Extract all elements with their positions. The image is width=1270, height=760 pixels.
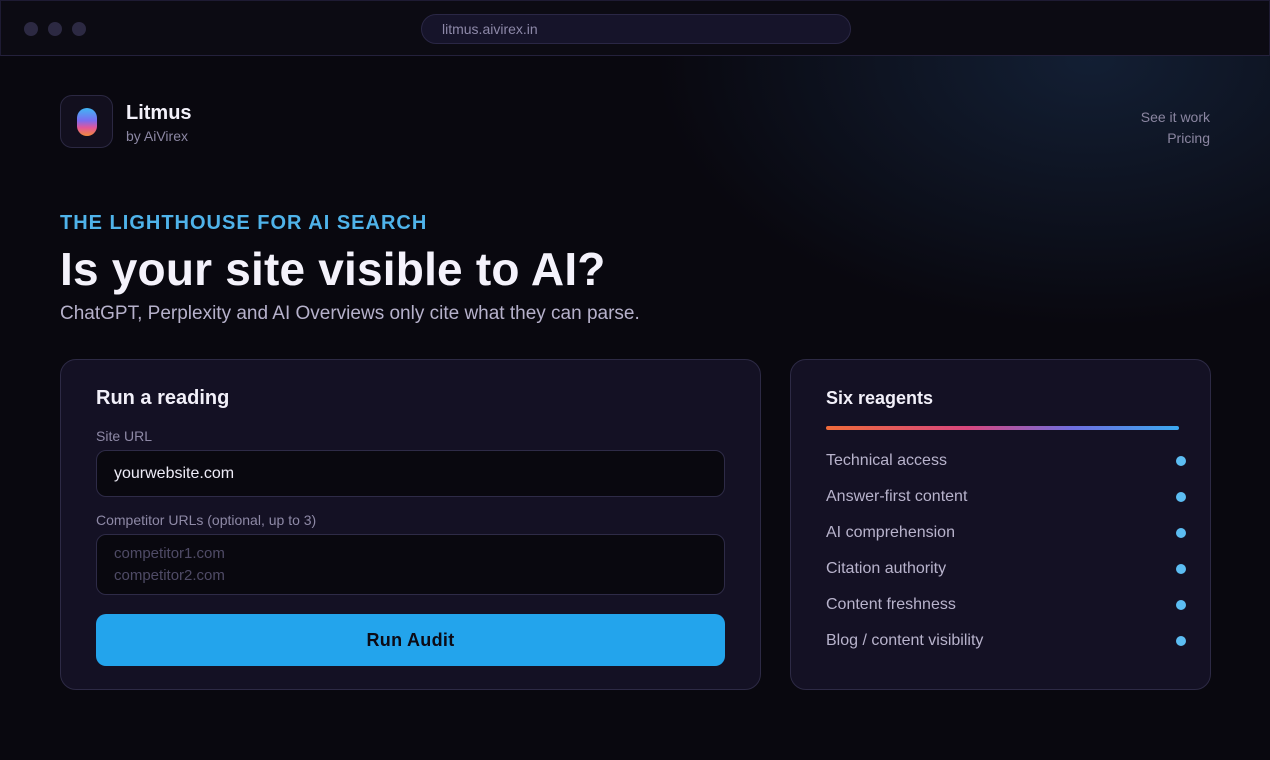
window-maximize-dot[interactable] [72, 22, 86, 36]
reagent-list: Technical access Answer-first content AI… [826, 450, 1186, 666]
window-close-dot[interactable] [24, 22, 38, 36]
litmus-pill-icon [77, 108, 97, 136]
hero-subhead: ChatGPT, Perplexity and AI Overviews onl… [60, 303, 640, 324]
brand-logo[interactable] [60, 95, 113, 148]
list-item: Blog / content visibility [826, 630, 1186, 666]
status-dot-icon [1176, 636, 1186, 646]
run-audit-button[interactable]: Run Audit [96, 614, 725, 666]
hero-headline: Is your site visible to AI? [60, 243, 606, 295]
list-item: Content freshness [826, 594, 1186, 630]
competitor-urls-label: Competitor URLs (optional, up to 3) [96, 512, 317, 528]
status-dot-icon [1176, 456, 1186, 466]
status-dot-icon [1176, 564, 1186, 574]
reagent-label: Blog / content visibility [826, 632, 984, 649]
competitor-urls-input[interactable] [96, 534, 725, 595]
status-dot-icon [1176, 492, 1186, 502]
reagent-label: Citation authority [826, 560, 947, 577]
hero-eyebrow: THE LIGHTHOUSE FOR AI SEARCH [60, 212, 428, 234]
nav-link-see-it-work[interactable]: See it work [1141, 107, 1210, 128]
site-url-label: Site URL [96, 428, 153, 444]
window-minimize-dot[interactable] [48, 22, 62, 36]
brand-tagline: by AiVirex [126, 128, 188, 144]
reagent-label: AI comprehension [826, 524, 955, 541]
address-bar[interactable]: litmus.aivirex.in [421, 14, 851, 44]
list-item: Technical access [826, 450, 1186, 486]
audit-form-title: Run a reading [96, 387, 230, 409]
site-url-input[interactable] [96, 450, 725, 497]
reagents-card: Six reagents Technical access Answer-fir… [790, 359, 1211, 690]
brand-name: Litmus [126, 102, 192, 124]
reagent-label: Content freshness [826, 596, 956, 613]
status-dot-icon [1176, 600, 1186, 610]
list-item: Answer-first content [826, 486, 1186, 522]
nav-link-pricing[interactable]: Pricing [1141, 128, 1210, 149]
reagent-label: Technical access [826, 452, 947, 469]
browser-chrome: litmus.aivirex.in [0, 0, 1270, 56]
audit-form-card: Run a reading Site URL Competitor URLs (… [60, 359, 761, 690]
gradient-divider [826, 426, 1179, 430]
list-item: AI comprehension [826, 522, 1186, 558]
reagents-title: Six reagents [826, 388, 934, 408]
app-window: litmus.aivirex.in Litmus by AiVirex See … [0, 0, 1270, 760]
top-nav: See it work Pricing [1141, 107, 1210, 149]
list-item: Citation authority [826, 558, 1186, 594]
reagent-label: Answer-first content [826, 488, 968, 505]
status-dot-icon [1176, 528, 1186, 538]
